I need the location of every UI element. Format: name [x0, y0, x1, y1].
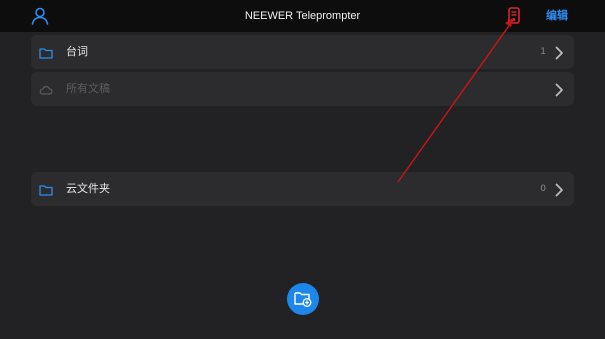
folder-label: 所有文稿 [66, 82, 110, 95]
add-folder-icon [294, 292, 312, 307]
teleprompter-device-icon[interactable] [504, 6, 524, 26]
add-folder-button[interactable] [287, 283, 319, 315]
folder-icon [39, 45, 53, 59]
top-bar: NEEWER Teleprompter 编辑 [0, 0, 605, 32]
folder-label: 云文件夹 [66, 182, 110, 195]
folder-row-scripts[interactable]: 台词 1 [31, 35, 574, 69]
user-icon[interactable] [30, 6, 50, 26]
teleprompter-home-screen: NEEWER Teleprompter 编辑 台词 1 所有文稿 云文件夹 0 [0, 0, 605, 339]
cloud-icon [39, 82, 53, 96]
chevron-right-icon [552, 45, 566, 60]
chevron-right-icon [552, 82, 566, 97]
folder-count: 1 [540, 47, 546, 57]
folder-icon [39, 182, 53, 196]
folder-count: 0 [540, 184, 546, 194]
folder-row-cloud-folder[interactable]: 云文件夹 0 [31, 172, 574, 206]
chevron-right-icon [552, 182, 566, 197]
edit-button[interactable]: 编辑 [546, 0, 568, 32]
folder-label: 台词 [66, 45, 88, 58]
folder-row-all-documents[interactable]: 所有文稿 [31, 72, 574, 106]
